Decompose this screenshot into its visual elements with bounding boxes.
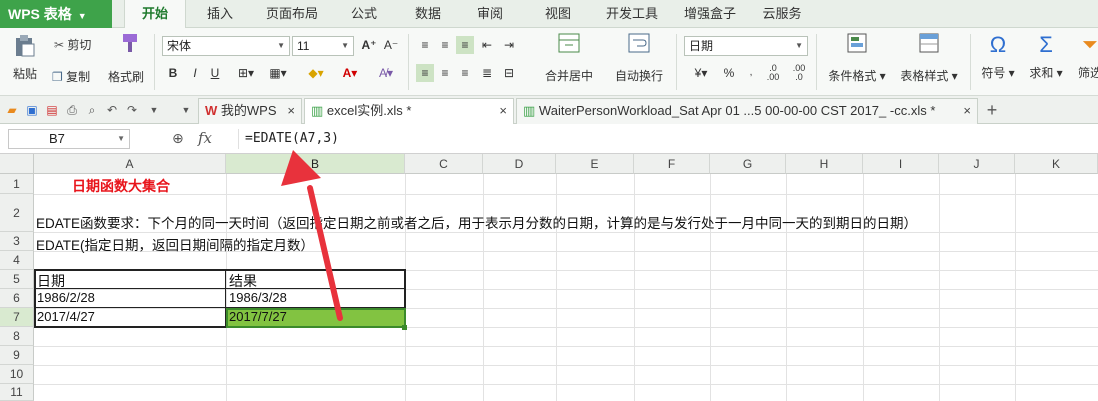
annotation-arrow — [281, 150, 343, 321]
